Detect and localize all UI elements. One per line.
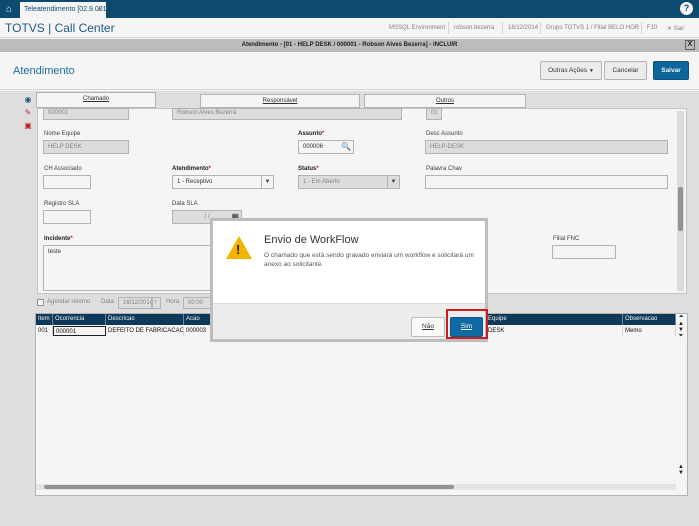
highlight-box bbox=[446, 309, 488, 339]
no-button[interactable]: Não bbox=[411, 317, 445, 337]
dialog-title: Envio de WorkFlow bbox=[264, 234, 359, 246]
dialog-footer: Não Sim bbox=[213, 303, 485, 339]
warning-icon: ! bbox=[226, 236, 252, 259]
dialog-message: O chamado que está sendo gravado enviará… bbox=[264, 252, 474, 268]
